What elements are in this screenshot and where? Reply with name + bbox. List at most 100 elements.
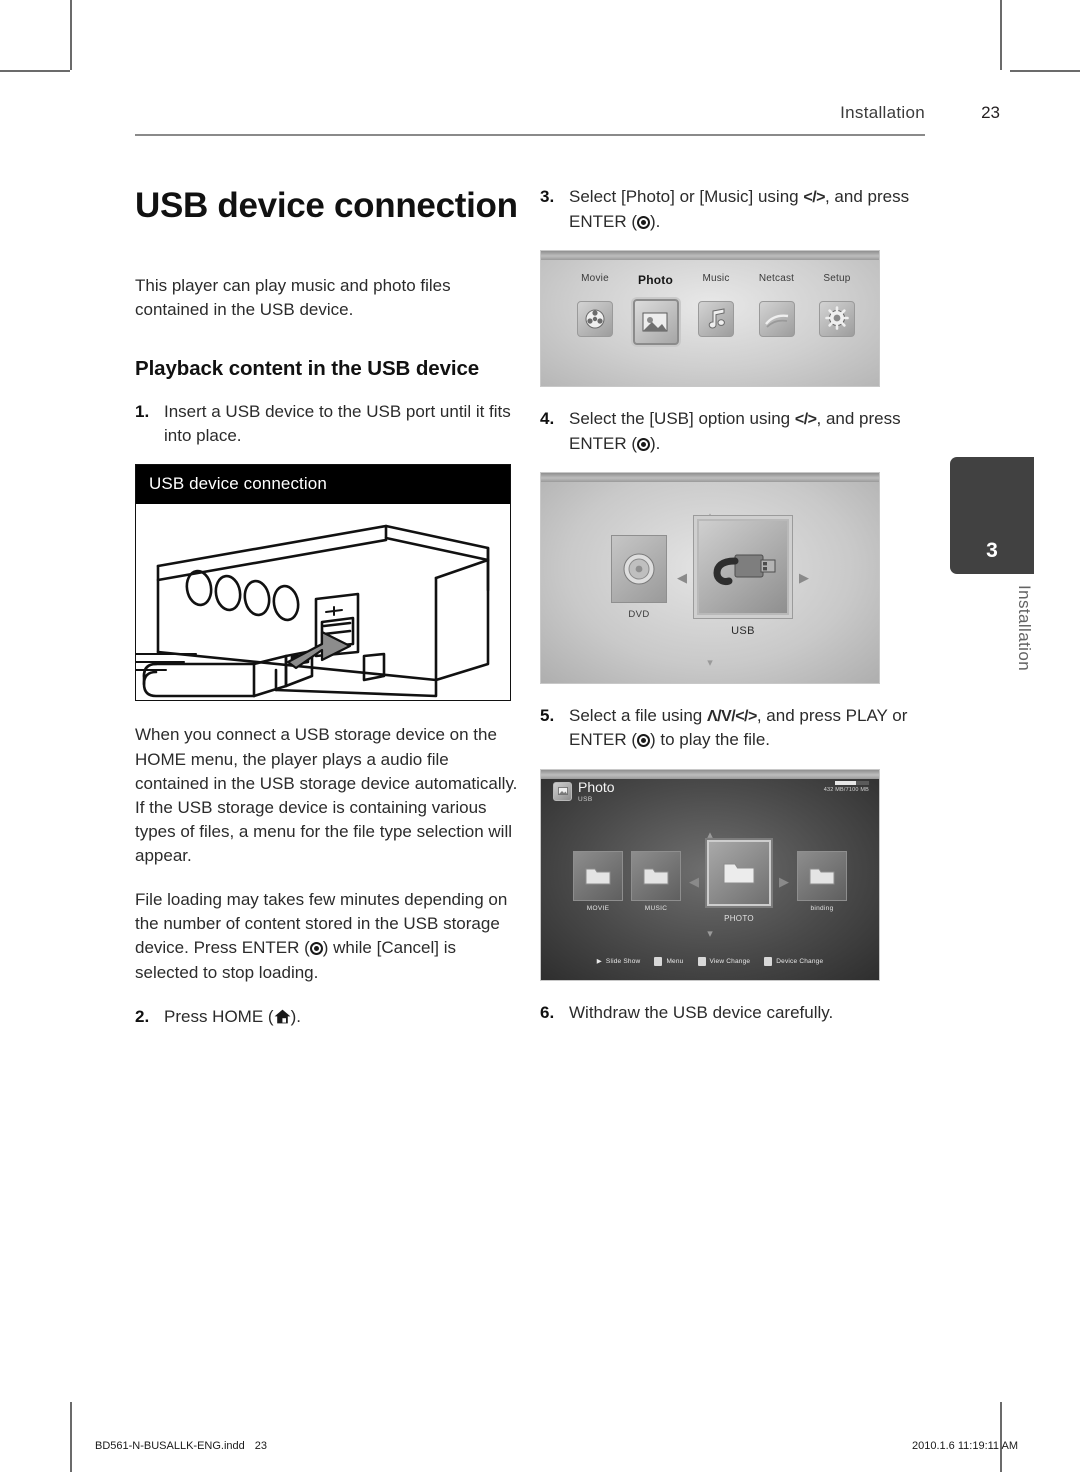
page-number: 23 — [981, 103, 1000, 122]
step-3: 3. Select [Photo] or [Music] using </>, a… — [540, 185, 940, 234]
device-icon — [764, 956, 773, 966]
bottom-action-device-change[interactable]: Device Change — [764, 956, 824, 966]
browser-source-label: USB — [578, 795, 593, 803]
footer-timestamp: 2010.1.6 11:19:11 AM — [911, 1440, 1018, 1452]
enter-button-icon — [637, 215, 650, 229]
folder-icon — [631, 850, 681, 901]
chevron-down-icon: ▾ — [707, 927, 713, 940]
bottom-action-menu[interactable]: Menu — [654, 956, 684, 966]
folder-icon — [707, 839, 771, 906]
folder-item-movie[interactable]: MOVIE — [573, 850, 623, 912]
enter-button-icon — [637, 734, 650, 748]
folder-item-music[interactable]: MUSIC — [631, 850, 681, 912]
left-right-arrow-keys-icon: </> — [803, 189, 825, 206]
usb-connection-illustration — [136, 504, 510, 701]
step-2-text-a: Press HOME ( — [164, 1006, 274, 1026]
bottom-action-view-change[interactable]: View Change — [697, 956, 751, 966]
photo-icon — [632, 298, 679, 345]
home-menu-item-photo[interactable]: Photo — [628, 273, 684, 345]
chevron-left-icon: ◀ — [689, 873, 699, 889]
home-menu-label-movie: Movie — [581, 272, 609, 284]
home-menu-label-music: Music — [702, 272, 730, 284]
device-selection-screenshot: ▴ DVD ◀ USB ▶ ▾ — [540, 471, 880, 684]
bottom-action-label-device-change: Device Change — [776, 957, 824, 965]
folder-label-movie: MOVIE — [586, 904, 610, 912]
crop-mark-top-left-v — [70, 0, 72, 70]
screen-bezel-gloss — [541, 472, 879, 482]
folder-label-photo: PHOTO — [724, 913, 754, 923]
chapter-label: Installation — [1015, 585, 1034, 672]
chapter-thumb-tab: 3 — [950, 457, 1034, 574]
bottom-action-label-view-change: View Change — [709, 957, 751, 965]
device-item-dvd[interactable]: DVD — [611, 535, 667, 620]
document-page: Installation 23 USB device connection Th… — [0, 0, 1080, 1472]
step-6-text: Withdraw the USB device carefully. — [569, 1002, 834, 1022]
gear-icon — [819, 300, 855, 337]
bottom-action-slide-show[interactable]: ▶ Slide Show — [596, 957, 641, 966]
header-divider — [135, 134, 925, 136]
browser-title: Photo — [578, 778, 615, 795]
device-item-usb[interactable]: USB — [697, 518, 789, 637]
film-reel-icon — [577, 300, 613, 337]
running-header: Installation 23 — [135, 103, 1000, 143]
right-column: 3. Select [Photo] or [Music] using </>, a… — [540, 185, 940, 1041]
step-4: 4. Select the [USB] option using </>, and… — [540, 407, 940, 456]
storage-bar — [835, 780, 869, 785]
device-list: DVD ◀ USB ▶ — [541, 518, 879, 637]
step-5-text-a: Select a file using — [569, 705, 707, 725]
step-3-text-a: Select [Photo] or [Music] using — [569, 187, 804, 206]
step-4-number: 4. — [540, 408, 555, 428]
footer-filename-group: BD561-N-BUSALLK-ENG.indd 23 — [95, 1440, 277, 1452]
folder-label-binding: binding — [810, 904, 834, 912]
crop-mark-top-left-h — [0, 70, 70, 72]
step-2-text-b: ). — [290, 1006, 301, 1026]
chevron-down-icon: ▾ — [707, 656, 713, 669]
photo-browser-screenshot: Photo USB 432 MB/7100 MB ▴ MOVIE MUSIC ◀… — [540, 768, 880, 981]
menu-icon — [654, 956, 663, 966]
home-menu-screenshot: Movie Photo Music Netcast Setup — [540, 249, 880, 387]
home-button-icon — [274, 1009, 291, 1024]
step-1-text: Insert a USB device to the USB port unti… — [164, 402, 511, 446]
step-6-number: 6. — [540, 1002, 555, 1022]
folder-label-music: MUSIC — [644, 904, 668, 912]
storage-indicator: 432 MB/7100 MB — [823, 780, 869, 793]
chevron-right-icon: ▶ — [779, 873, 789, 889]
photo-icon — [553, 781, 572, 801]
screen-bezel-gloss — [541, 769, 879, 779]
browser-header: Photo USB — [553, 780, 615, 803]
folder-item-photo[interactable]: PHOTO — [707, 839, 771, 923]
bottom-action-label-menu: Menu — [666, 957, 684, 965]
usb-connection-figure-caption: USB device connection — [136, 465, 510, 505]
play-icon: ▶ — [596, 958, 602, 966]
home-menu-label-setup: Setup — [823, 272, 851, 284]
folder-icon — [797, 850, 847, 901]
step-6: 6. Withdraw the USB device carefully. — [540, 1001, 940, 1025]
home-menu-item-netcast[interactable]: Netcast — [749, 273, 805, 337]
home-menu-label-photo: Photo — [638, 272, 673, 287]
folder-item-binding[interactable]: binding — [797, 850, 847, 912]
footer-page: 23 — [254, 1440, 268, 1452]
page-title: USB device connection — [135, 186, 518, 225]
file-loading-note: File loading may takes few minutes depen… — [135, 888, 520, 985]
home-menu-items: Movie Photo Music Netcast Setup — [567, 273, 865, 345]
direction-arrow-keys-icon: Λ/V/</> — [706, 707, 757, 725]
browser-bottom-bar: ▶ Slide Show Menu View Change Device Cha… — [541, 956, 879, 966]
crop-mark-bottom-left-v — [70, 1402, 72, 1472]
enter-button-icon — [309, 942, 323, 956]
chevron-left-icon: ◀ — [677, 570, 687, 586]
netcast-icon — [758, 300, 795, 337]
insertion-arrow-icon — [286, 631, 352, 670]
usb-auto-play-note: When you connect a USB storage device on… — [135, 725, 518, 866]
step-2: 2. Press HOME (). — [135, 1005, 520, 1029]
bottom-action-label-slide-show: Slide Show — [605, 957, 641, 965]
storage-free-label: 432 MB/7100 MB — [823, 786, 869, 793]
footer-filename: BD561-N-BUSALLK-ENG.indd — [95, 1440, 245, 1452]
disc-icon — [611, 535, 667, 604]
music-note-icon — [698, 300, 734, 337]
left-right-arrow-keys-icon: </> — [794, 410, 817, 428]
step-3-number: 3. — [540, 187, 555, 206]
home-menu-item-movie[interactable]: Movie — [567, 273, 623, 337]
home-menu-item-music[interactable]: Music — [688, 273, 744, 337]
step-5-number: 5. — [540, 705, 555, 725]
home-menu-item-setup[interactable]: Setup — [809, 273, 865, 337]
